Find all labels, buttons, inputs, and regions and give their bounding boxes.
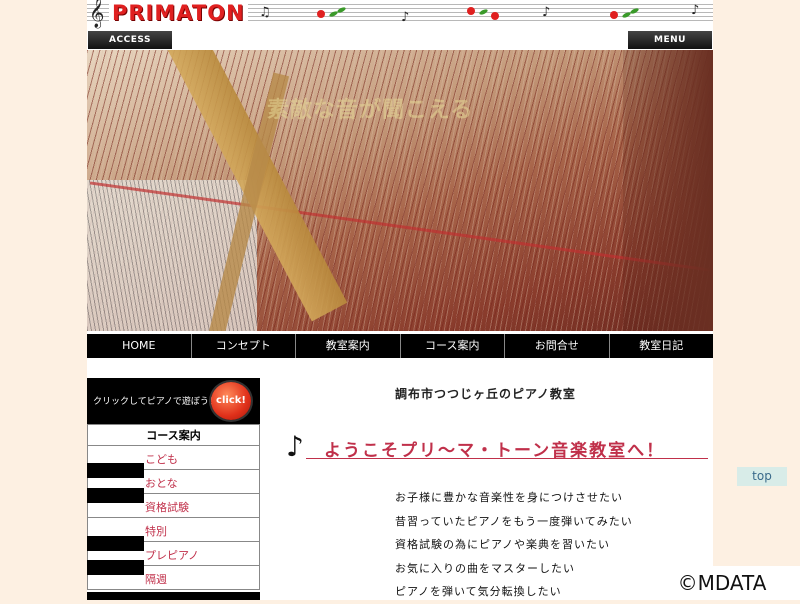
piano-game-banner[interactable]: クリックしてピアノで遊ぼう！ click! [87,378,260,424]
black-key-decoration [87,488,144,503]
music-note-icon: ♪ [286,430,304,463]
main-nav: HOME コンセプト 教室案内 コース案内 お問合せ 教室日記 [87,334,713,358]
reasons-list: お子様に豊かな音楽性を身につけさせたい 昔習っていたピアノをもう一度弾いてみたい… [395,486,633,604]
hero-shadow [623,50,713,331]
hero-tagline: 素敵な音が聞こえる [267,97,474,123]
flower-icon [491,12,499,20]
site-logo[interactable]: PRIMATON [109,1,248,25]
list-item: 資格試験の為にピアノや楽典を習いたい [395,538,611,551]
nav-courses[interactable]: コース案内 [401,334,505,358]
sidebar-next-heading-bar [87,592,260,600]
click-button[interactable]: click! [211,382,251,420]
list-item: 昔習っていたピアノをもう一度弾いてみたい [395,514,633,528]
nav-classroom[interactable]: 教室案内 [296,334,401,358]
menu-button[interactable]: MENU [628,31,712,49]
black-key-decoration [87,536,144,551]
back-to-top-button[interactable]: top [737,467,787,486]
sidebar-item-label: プレピアノ [145,549,200,562]
sidebar-item-label: 特別 [145,525,167,538]
flower-icon [610,11,618,19]
nav-home[interactable]: HOME [87,334,192,358]
hero-piano-image: 素敵な音が聞こえる [87,50,713,331]
sidebar-item-label: 隔週 [145,573,167,586]
nav-diary[interactable]: 教室日記 [610,334,714,358]
black-key-decoration [87,560,144,575]
sidebar-item-label: こども [145,453,178,466]
music-note-icon: ♪ [542,5,551,20]
sidebar: クリックしてピアノで遊ぼう！ click! コース案内 こども おとな 資格試験… [87,378,260,600]
header: 𝄞 PRIMATON ♫ ♪ ♪ ♪ [87,0,713,28]
welcome-underline [306,458,708,459]
sidebar-item-label: おとな [145,477,178,490]
flower-icon [467,7,475,15]
list-item: お気に入りの曲をマスターしたい [395,561,575,575]
watermark: ©MDATA [644,566,800,600]
nav-contact[interactable]: お問合せ [505,334,610,358]
page-subtitle: 調布市つつじヶ丘のピアノ教室 [395,387,576,401]
music-note-icon: ♫ [259,5,271,20]
nav-concept[interactable]: コンセプト [192,334,296,358]
list-item: お子様に豊かな音楽性を身につけさせたい [395,491,623,504]
flower-icon [317,10,325,18]
music-note-icon: ♪ [401,10,410,25]
music-note-icon: ♪ [691,3,700,18]
treble-clef-icon: 𝄞 [89,0,105,28]
course-menu-heading: コース案内 [87,424,260,446]
piano-game-banner-text: クリックしてピアノで遊ぼう！ [93,397,218,407]
access-button[interactable]: ACCESS [88,31,172,49]
black-key-decoration [87,463,144,478]
sidebar-item-label: 資格試験 [145,501,189,514]
